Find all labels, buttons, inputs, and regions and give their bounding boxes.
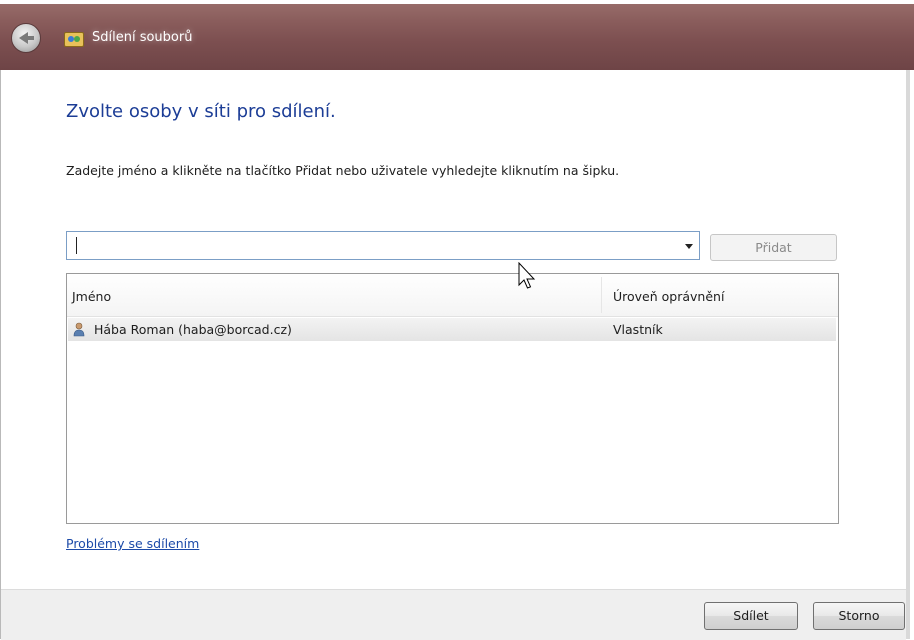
cancel-button[interactable]: Storno: [813, 602, 905, 630]
user-icon: [73, 322, 85, 337]
list-item-permission[interactable]: Vlastník: [613, 322, 663, 337]
mouse-cursor-icon: [518, 262, 536, 289]
column-header-permission[interactable]: Úroveň oprávnění: [613, 289, 724, 304]
top-edge: [0, 0, 914, 4]
list-header: Jméno Úroveň oprávnění: [67, 274, 838, 317]
page-heading: Zvolte osoby v síti pro sdílení.: [66, 101, 336, 122]
add-button[interactable]: Přidat: [710, 234, 837, 261]
back-arrow-icon-tail: [26, 36, 34, 40]
window-title: Sdílení souborů: [92, 30, 193, 45]
instruction-text: Zadejte jméno a klikněte na tlačítko Při…: [66, 163, 620, 178]
sharing-list[interactable]: Jméno Úroveň oprávnění Hába Roman (haba@…: [66, 273, 839, 524]
sharing-problems-link[interactable]: Problémy se sdílením: [66, 536, 199, 551]
share-button[interactable]: Sdílet: [704, 602, 798, 630]
chevron-down-icon[interactable]: [685, 244, 693, 249]
text-caret: [76, 237, 77, 254]
name-combobox[interactable]: [66, 231, 700, 260]
list-item-name: Hába Roman (haba@borcad.cz): [94, 322, 292, 337]
column-header-name[interactable]: Jméno: [72, 289, 111, 304]
file-sharing-icon: [64, 32, 84, 47]
title-bar: Sdílení souborů: [0, 0, 914, 70]
list-item[interactable]: Hába Roman (haba@borcad.cz) Vlastník: [68, 318, 836, 341]
back-button[interactable]: [11, 23, 41, 53]
column-divider[interactable]: [601, 277, 602, 313]
